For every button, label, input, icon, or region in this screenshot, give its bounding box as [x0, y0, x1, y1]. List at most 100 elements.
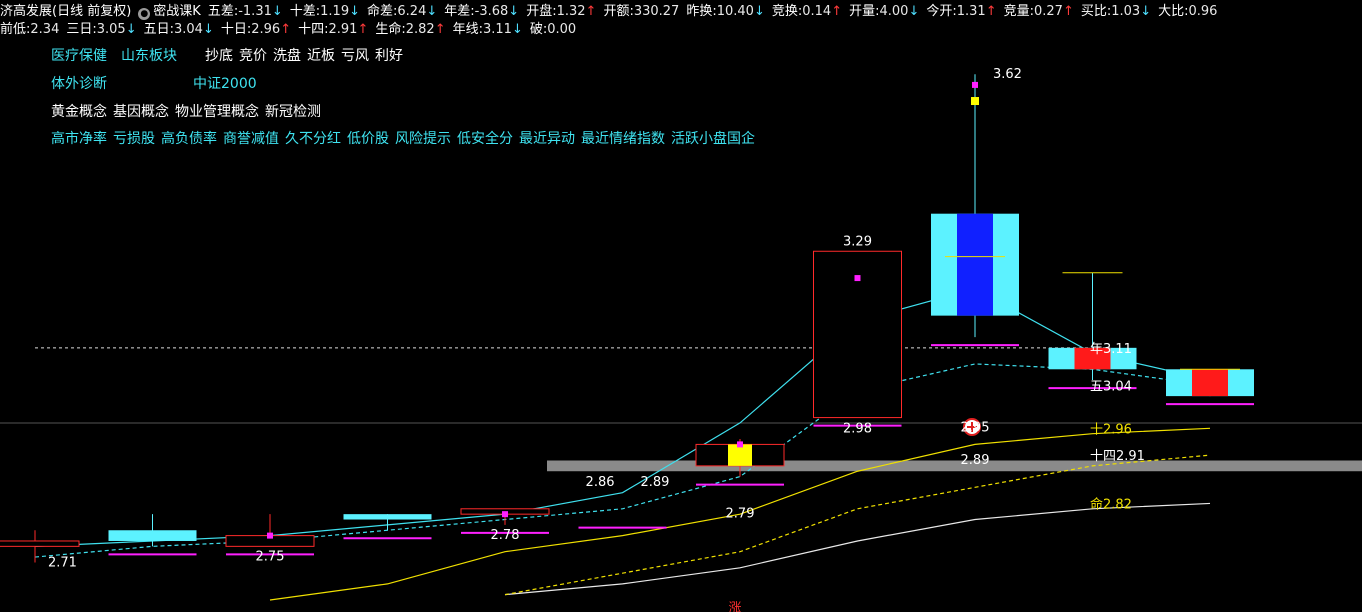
- tag-item[interactable]: 医疗保健: [51, 48, 107, 64]
- stock-name[interactable]: 济高发展: [0, 4, 52, 19]
- indicator-label: 大比:: [1158, 4, 1189, 19]
- indicator-value: 4.00: [879, 4, 909, 19]
- tag-item[interactable]: 最近情绪指数: [581, 131, 665, 147]
- tag-item[interactable]: 高负债率: [161, 131, 217, 147]
- price-label: 2.89: [641, 475, 670, 490]
- candle-core: [728, 444, 752, 466]
- indicator-label: 年线:: [452, 22, 483, 37]
- indicator-item: 五差:-1.31↓: [208, 4, 283, 20]
- tag-item[interactable]: 商誉减值: [223, 131, 279, 147]
- end-label: 命2.82: [1090, 496, 1132, 512]
- indicator-item: 破:0.00: [530, 22, 576, 38]
- signal-marker: [972, 81, 978, 88]
- indicator-header-row-1: 济高发展(日线 前复权) ● 密战课K 五差:-1.31↓ 十差:1.19↓ 命差:6.2…: [0, 4, 1224, 20]
- indicator-value: -3.68: [474, 4, 509, 19]
- tag-item[interactable]: 抄底: [205, 48, 233, 64]
- tag-item[interactable]: 洗盘: [273, 48, 301, 64]
- indicator-name[interactable]: 密战课K: [153, 4, 201, 20]
- tag-line-1: 医疗保健 山东板块: [51, 47, 183, 65]
- indicator-value: 10.40: [716, 4, 754, 19]
- indicator-label: 竞量:: [1003, 4, 1034, 19]
- indicator-label: 开额:: [603, 4, 634, 19]
- tag-item[interactable]: 低价股: [347, 131, 389, 147]
- indicator-item: 十日:2.96↑: [221, 22, 291, 38]
- indicator-item: 年差:-3.68↓: [444, 4, 519, 20]
- tag-line-4: 高市净率 亏损股 高负债率 商誉减值 久不分红 低价股 风险提示 低安全分 最近异动 最近情绪指数…: [51, 130, 761, 148]
- indicator-label: 生命:: [375, 22, 406, 37]
- indicator-label: 前低:: [0, 22, 31, 37]
- gray-band: [547, 460, 1362, 472]
- tag-item[interactable]: 近板: [307, 48, 335, 64]
- price-label: 2.78: [491, 528, 520, 543]
- arrow-down-icon: ↓: [426, 4, 438, 19]
- signal-marker: [854, 275, 861, 282]
- candle-core: [957, 213, 993, 316]
- tag-item[interactable]: 山东板块: [121, 48, 177, 64]
- tag-item[interactable]: 新冠检测: [265, 104, 321, 120]
- indicator-value: 3.04: [173, 22, 203, 37]
- indicator-label: 开盘:: [526, 4, 557, 19]
- price-label: 2.79: [726, 507, 755, 522]
- end-label: 十四2.91: [1090, 449, 1145, 464]
- indicator-item: 开额:330.27: [603, 4, 679, 20]
- arrow-down-icon: ↓: [908, 4, 920, 19]
- tag-item[interactable]: 基因概念: [113, 104, 169, 120]
- tag-item[interactable]: 活跃小盘国企: [671, 131, 755, 147]
- indicator-label: 年差:: [444, 4, 475, 19]
- arrow-down-icon: ↓: [511, 22, 523, 37]
- bottom-mark: 涨: [728, 601, 741, 612]
- indicator-value: 6.24: [397, 4, 427, 19]
- tag-item[interactable]: 竞价: [239, 48, 267, 64]
- arrow-down-icon: ↓: [753, 4, 765, 19]
- tag-item[interactable]: 物业管理概念: [175, 104, 259, 120]
- indicator-item: 十差:1.19↓: [290, 4, 360, 20]
- price-label: 2.71: [48, 555, 77, 570]
- indicator-label: 命差:: [367, 4, 398, 19]
- end-label: 十2.96: [1090, 422, 1132, 437]
- indicator-item: 昨换:10.40↓: [686, 4, 765, 20]
- indicator-value: 0.00: [547, 22, 577, 37]
- price-label: 2.98: [843, 422, 872, 437]
- price-label: 3.62: [993, 67, 1022, 82]
- tag-item[interactable]: 久不分红: [285, 131, 341, 147]
- tag-item[interactable]: 亏风: [341, 48, 369, 64]
- indicator-value: 3.05: [96, 22, 126, 37]
- signal-marker: [502, 511, 508, 518]
- end-label: 五3.04: [1090, 379, 1132, 394]
- arrow-down-icon: ↓: [202, 22, 214, 37]
- arrow-up-icon: ↑: [831, 4, 843, 19]
- tag-item[interactable]: 最近异动: [519, 131, 575, 147]
- indicator-value: 0.14: [802, 4, 832, 19]
- tag-item[interactable]: 体外诊断: [51, 76, 107, 92]
- indicator-value: 0.27: [1034, 4, 1063, 19]
- indicator-value: 1.32: [556, 4, 586, 19]
- indicator-label: 三日:: [66, 22, 97, 37]
- tag-line-3: 黄金概念 基因概念 物业管理概念 新冠检测: [51, 103, 327, 121]
- tag-item[interactable]: 亏损股: [113, 131, 155, 147]
- indicator-item: 今开:1.31↑: [926, 4, 996, 20]
- tag-item[interactable]: 高市净率: [51, 131, 107, 147]
- indicator-label: 开量:: [849, 4, 880, 19]
- signal-marker: [971, 97, 979, 106]
- indicator-value: 1.03: [1111, 4, 1141, 19]
- indicator-header-row-2: 前低:2.34 三日:3.05↓ 五日:3.04↓ 十日:2.96↑ 十四:2.91↑ 生…: [0, 22, 583, 38]
- indicator-item: 开量:4.00↓: [849, 4, 919, 20]
- indicator-label: 破:: [529, 22, 548, 37]
- candle-core: [1192, 369, 1228, 397]
- indicator-label: 五日:: [143, 22, 174, 37]
- indicator-dropdown-icon[interactable]: ●: [138, 8, 151, 20]
- indicator-label: 竞换:: [771, 4, 803, 19]
- tag-item[interactable]: 利好: [375, 48, 403, 64]
- arrow-down-icon: ↓: [125, 22, 137, 37]
- indicator-value: -1.31: [238, 4, 272, 19]
- arrow-up-icon: ↑: [985, 4, 997, 19]
- tag-item[interactable]: 低安全分: [457, 131, 513, 147]
- price-label: 2.95: [961, 421, 990, 436]
- tag-item[interactable]: 风险提示: [395, 131, 451, 147]
- tag-item[interactable]: 黄金概念: [51, 104, 107, 120]
- indicator-value: 2.91: [328, 22, 358, 37]
- indicator-value: 0.96: [1188, 4, 1218, 19]
- tag-item[interactable]: 中证2000: [193, 76, 257, 92]
- indicator-value: 2.34: [30, 22, 60, 37]
- arrow-down-icon: ↓: [1140, 4, 1152, 19]
